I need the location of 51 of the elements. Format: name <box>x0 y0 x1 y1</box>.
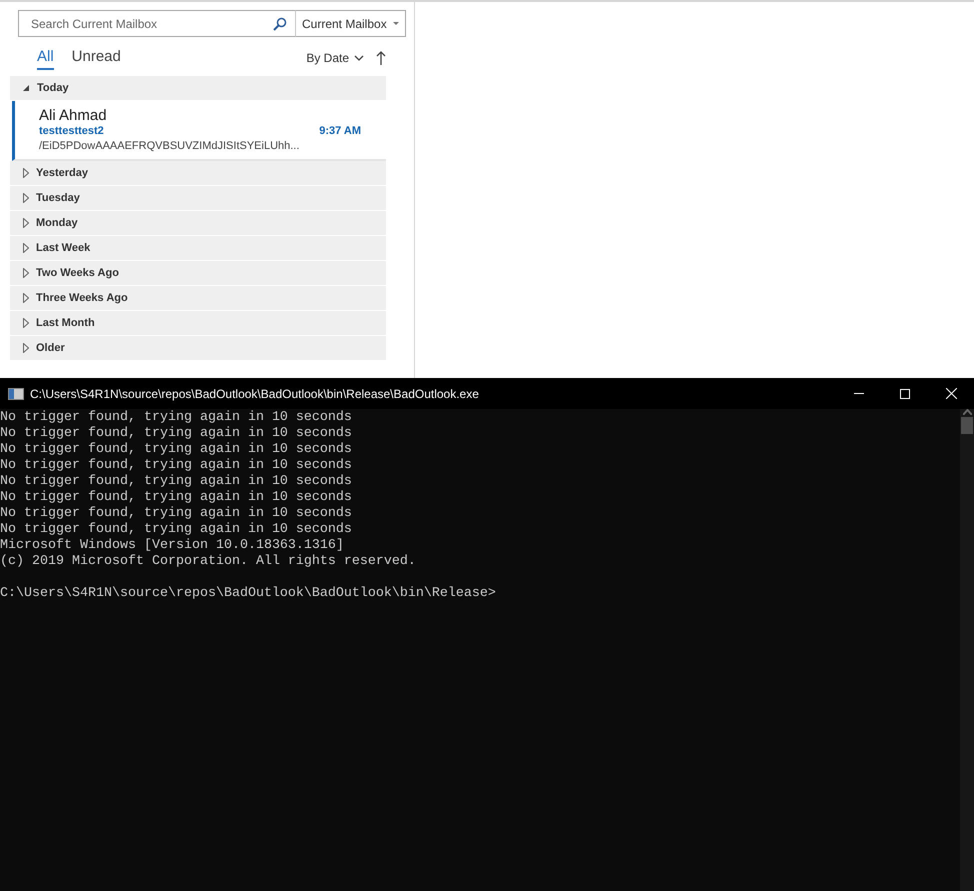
filter-tab[interactable]: All <box>37 46 54 70</box>
command-prompt: C:\Users\S4R1N\source\repos\BadOutlook\BadOutlook\bin\Release> <box>0 586 496 602</box>
sender-name: Ali Ahmad <box>39 107 108 124</box>
caret-icon <box>393 22 399 26</box>
group-header[interactable]: Older <box>10 336 386 360</box>
expand-triangle-icon[interactable] <box>23 343 29 353</box>
group-header[interactable]: Yesterday <box>10 161 386 185</box>
maximize-icon <box>900 388 910 398</box>
sort-button[interactable]: By Date <box>306 51 364 65</box>
console-output-line: No trigger found, trying again in 10 seconds <box>0 490 352 506</box>
expand-triangle-icon[interactable] <box>23 293 29 303</box>
console-output-line: No trigger found, trying again in 10 seconds <box>0 458 352 474</box>
expand-triangle-icon[interactable] <box>23 318 29 328</box>
message-time: 9:37 AM <box>319 124 361 139</box>
console-output-line: No trigger found, trying again in 10 seconds <box>0 442 352 458</box>
scrollbar[interactable] <box>960 409 974 891</box>
sort-arrow-icon[interactable] <box>376 51 386 65</box>
console-output-line: No trigger found, trying again in 10 seconds <box>0 426 352 442</box>
console-app-icon <box>8 388 24 400</box>
scope-dropdown[interactable]: Current Mailbox <box>296 10 406 37</box>
group-header[interactable]: Tuesday <box>10 186 386 210</box>
search-field[interactable]: Search Current Mailbox <box>18 10 296 37</box>
group-header[interactable]: Two Weeks Ago <box>10 261 386 285</box>
console-output-line: No trigger found, trying again in 10 seconds <box>0 506 352 522</box>
group-header[interactable]: Three Weeks Ago <box>10 286 386 310</box>
message-preview: /EiD5PDowAAAAEFRQVBSUVZIMdJISItSYEiLUhh... <box>39 139 300 154</box>
chevron-down-icon <box>354 55 364 61</box>
console-output-line: No trigger found, trying again in 10 seconds <box>0 522 352 538</box>
expand-triangle-icon[interactable] <box>23 193 29 203</box>
group-header[interactable]: Today <box>10 76 386 100</box>
search-input[interactable]: Search Current Mailbox <box>29 16 273 32</box>
filter-tab[interactable]: Unread <box>72 46 121 70</box>
expand-triangle-icon[interactable] <box>23 268 29 278</box>
message-subject: testtesttest2 <box>39 124 105 139</box>
expand-triangle-icon[interactable] <box>23 218 29 228</box>
console-output-line: No trigger found, trying again in 10 seconds <box>0 474 352 490</box>
expand-triangle-icon[interactable] <box>23 168 29 178</box>
window-title: C:\Users\S4R1N\source\repos\BadOutlook\BadOutlook\bin\Release\BadOutlook.exe <box>30 386 480 400</box>
console-output-line: (c) 2019 Microsoft Corporation. All rights reserved. <box>0 554 416 570</box>
scroll-up-icon[interactable] <box>962 409 972 415</box>
group-header[interactable]: Last Month <box>10 311 386 335</box>
collapse-triangle-icon[interactable] <box>23 84 30 92</box>
console-output-line: No trigger found, trying again in 10 seconds <box>0 410 352 426</box>
group-header[interactable]: Monday <box>10 211 386 235</box>
group-header[interactable]: Last Week <box>10 236 386 260</box>
console-output-line: Microsoft Windows [Version 10.0.18363.1316] <box>0 538 344 554</box>
expand-triangle-icon[interactable] <box>23 243 29 253</box>
minimize-icon <box>854 393 864 394</box>
scrollbar-thumb[interactable] <box>961 417 973 434</box>
close-icon <box>946 388 956 399</box>
search-icon[interactable] <box>273 16 287 30</box>
